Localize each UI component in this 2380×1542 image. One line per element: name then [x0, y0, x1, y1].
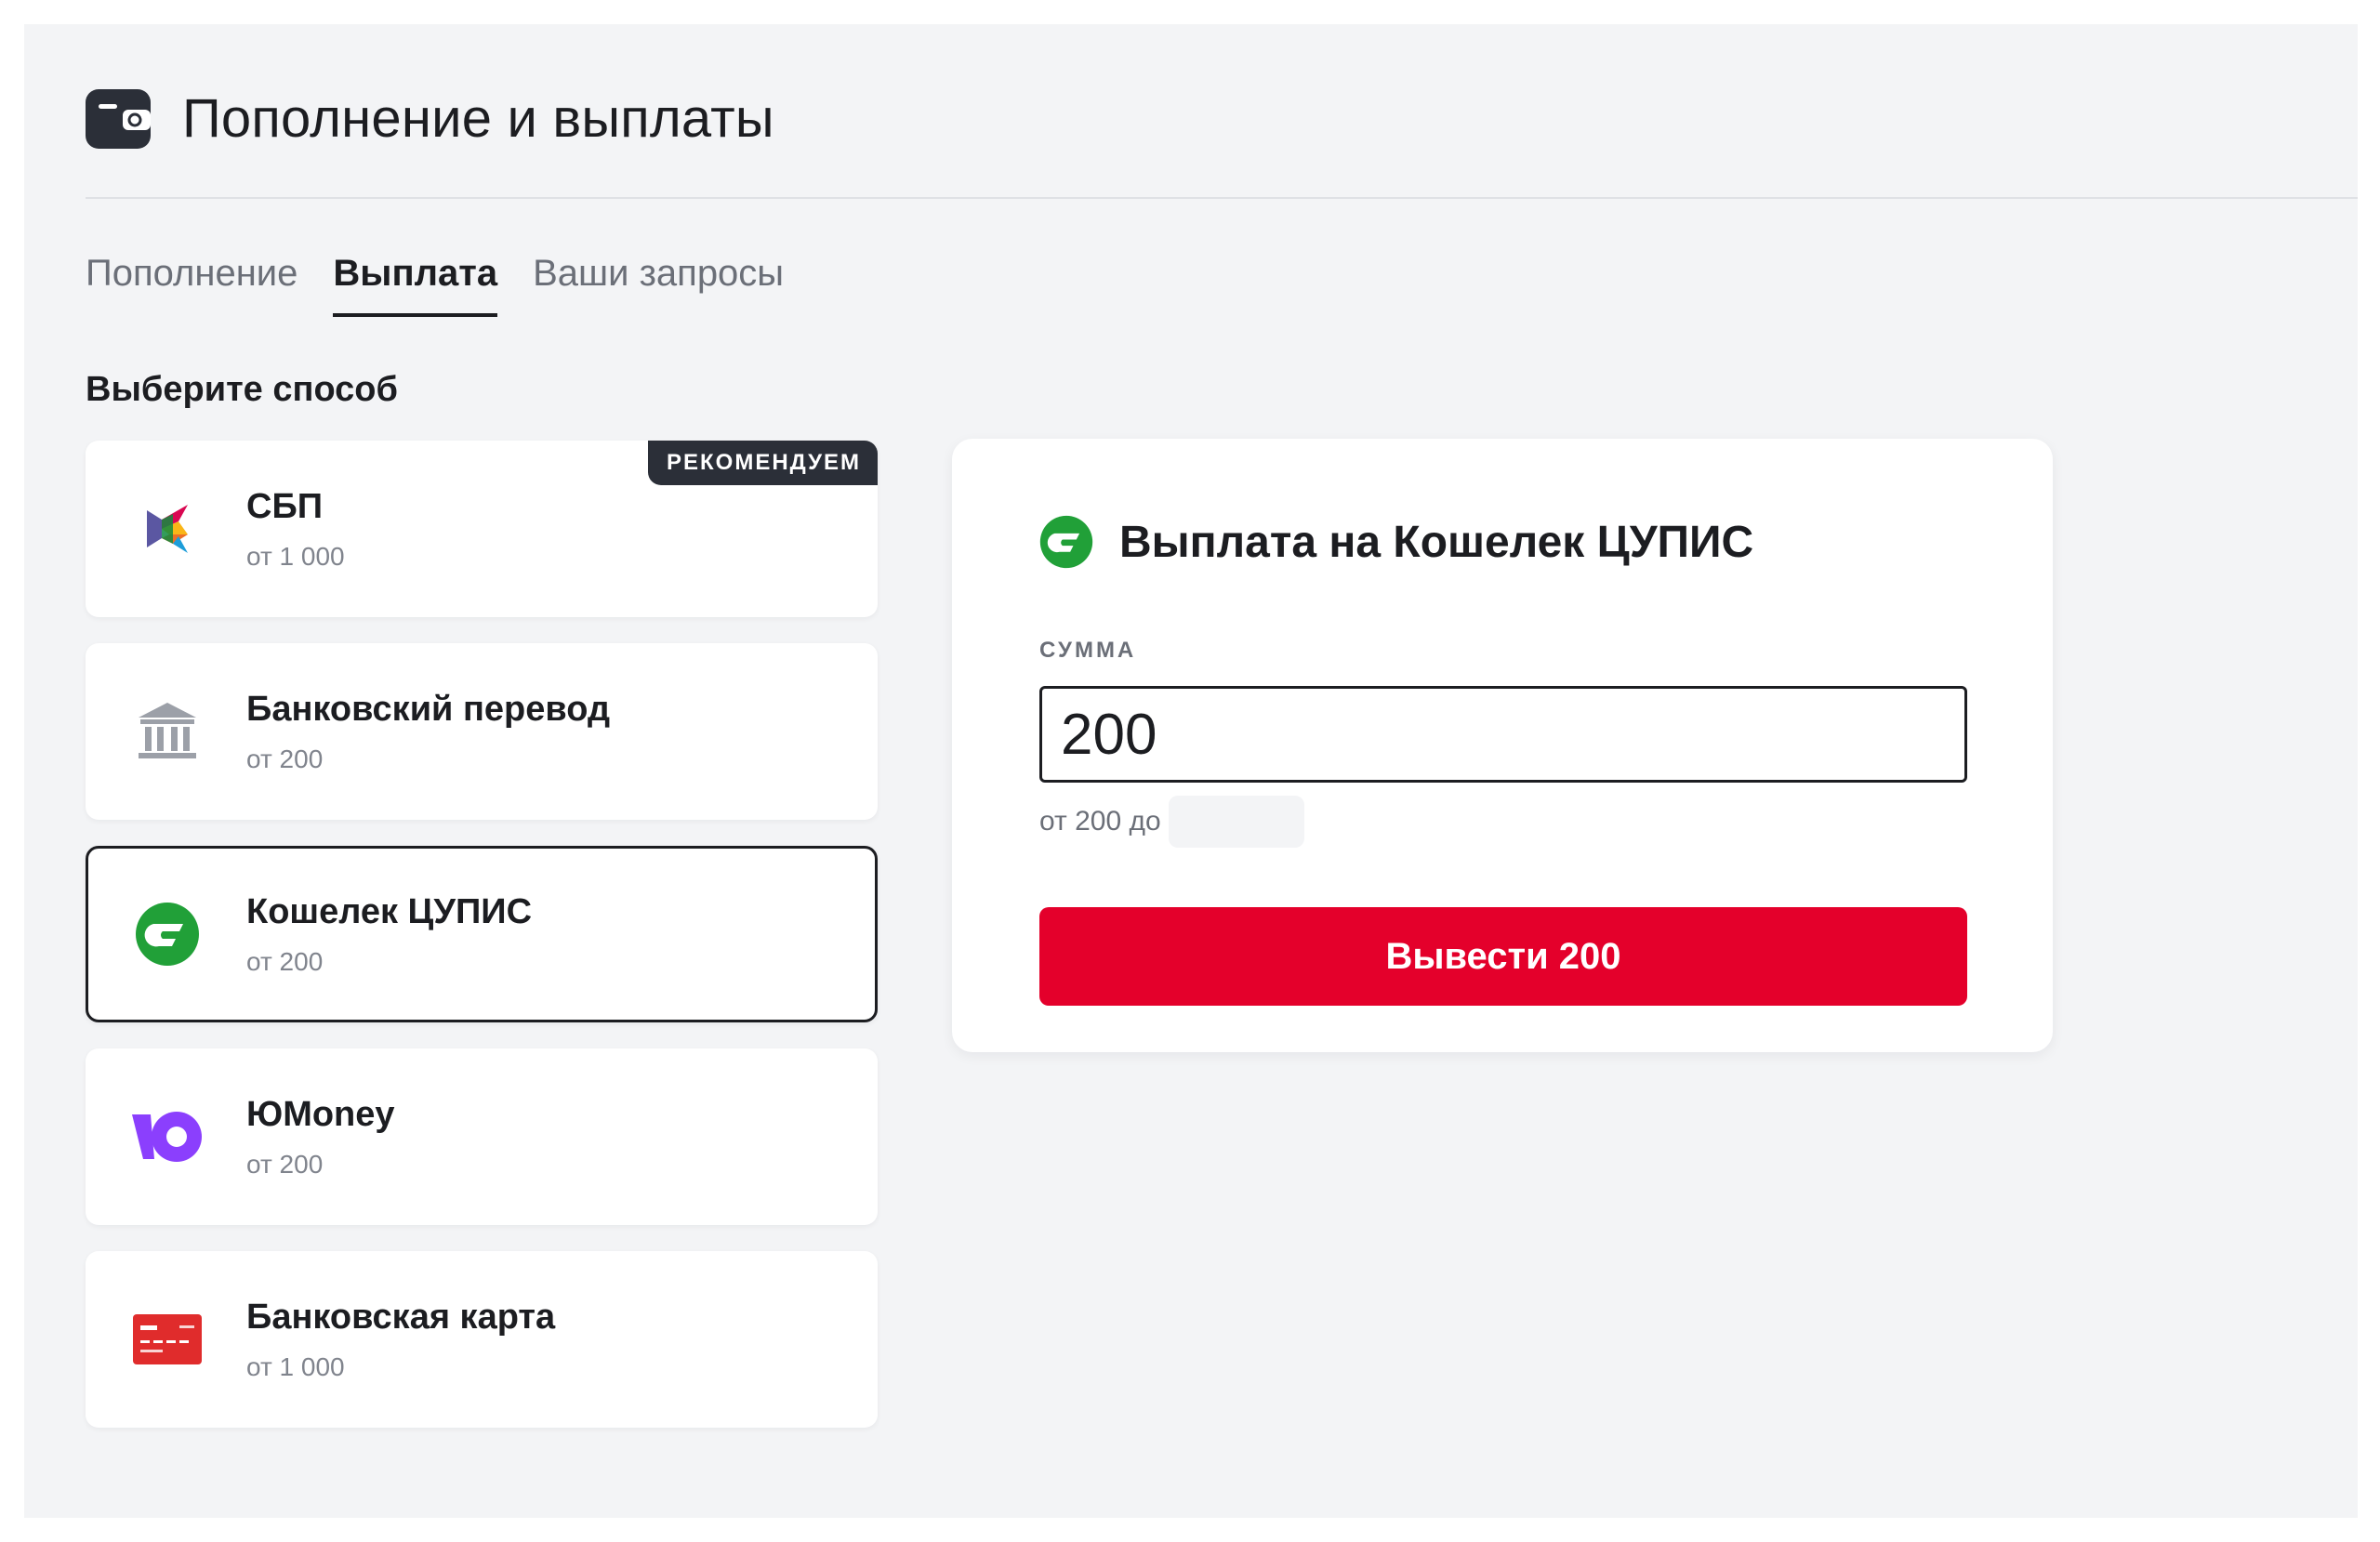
amount-label: СУММА	[1039, 638, 1137, 663]
method-card-bank-card[interactable]: Банковская карта от 1 000	[86, 1251, 878, 1428]
withdraw-button[interactable]: Вывести 200	[1039, 907, 1967, 1006]
method-min-amount: от 200	[246, 946, 324, 976]
recommended-badge: РЕКОМЕНДУЕМ	[648, 441, 878, 485]
cupis-wallet-icon	[88, 902, 246, 967]
amount-range-text: от 200 до	[1039, 806, 1161, 837]
header-divider	[86, 197, 2358, 199]
method-name: Банковский перевод	[246, 689, 611, 729]
bank-building-icon	[88, 699, 246, 764]
amount-range: от 200 до	[1039, 796, 1304, 848]
page-title: Пополнение и выплаты	[182, 88, 774, 149]
method-min-amount: от 200	[246, 1149, 324, 1179]
yumoney-logo-icon	[88, 1109, 246, 1165]
method-name: Кошелек ЦУПИС	[246, 891, 533, 931]
payout-panel-header: Выплата на Кошелек ЦУПИС	[1039, 515, 1753, 569]
method-name: СБП	[246, 486, 324, 526]
method-card-sbp[interactable]: СБП от 1 000 РЕКОМЕНДУЕМ	[86, 441, 878, 617]
bank-card-icon	[88, 1314, 246, 1364]
page-header: Пополнение и выплаты	[86, 87, 774, 150]
method-card-bank-transfer[interactable]: Банковский перевод от 200	[86, 643, 878, 820]
payments-page: Пополнение и выплаты Пополнение Выплата …	[24, 24, 2358, 1518]
wallet-icon	[86, 88, 151, 149]
cupis-wallet-icon	[1039, 515, 1093, 569]
tab-requests[interactable]: Ваши запросы	[533, 253, 784, 317]
method-card-yumoney[interactable]: ЮMoney от 200	[86, 1048, 878, 1225]
method-name: Банковская карта	[246, 1297, 556, 1337]
tab-deposit[interactable]: Пополнение	[86, 253, 298, 317]
tab-bar: Пополнение Выплата Ваши запросы	[86, 253, 784, 317]
method-min-amount: от 1 000	[246, 1351, 345, 1381]
method-name: ЮMoney	[246, 1094, 395, 1134]
amount-max-placeholder	[1168, 796, 1304, 848]
tab-payout[interactable]: Выплата	[333, 253, 498, 317]
method-min-amount: от 200	[246, 744, 324, 773]
method-card-cupis[interactable]: Кошелек ЦУПИС от 200	[86, 846, 878, 1022]
payment-methods-list: СБП от 1 000 РЕКОМЕНДУЕМ Банковский пере…	[86, 441, 878, 1454]
methods-section-label: Выберите способ	[86, 370, 398, 409]
payout-panel: Выплата на Кошелек ЦУПИС СУММА от 200 до…	[952, 439, 2053, 1052]
method-min-amount: от 1 000	[246, 541, 345, 571]
sbp-logo-icon	[88, 499, 246, 559]
payout-title: Выплата на Кошелек ЦУПИС	[1119, 517, 1754, 567]
amount-input[interactable]	[1039, 686, 1967, 783]
